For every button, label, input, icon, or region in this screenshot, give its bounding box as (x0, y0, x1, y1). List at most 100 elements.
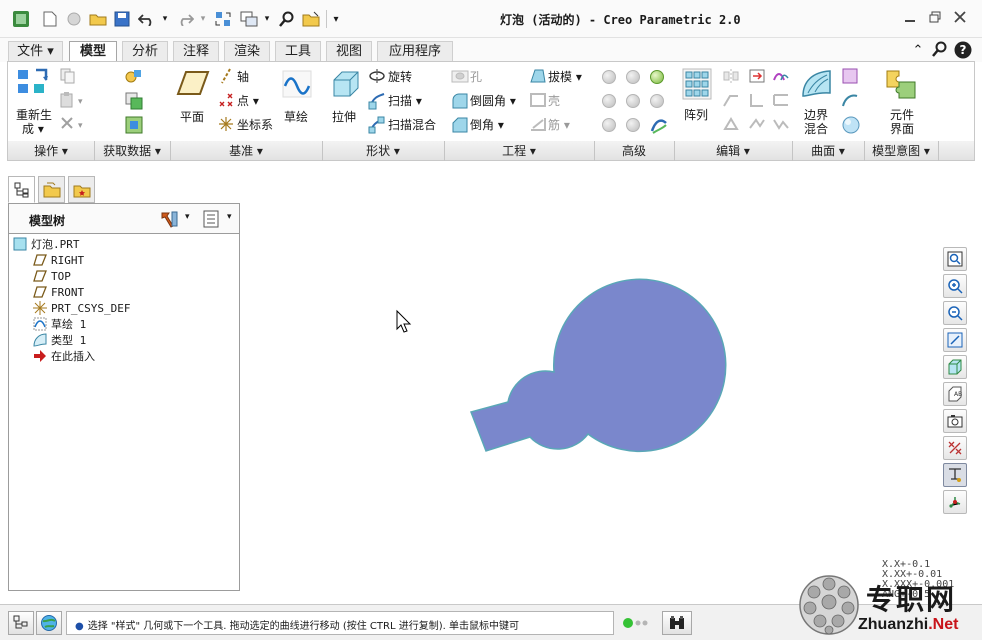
tree-item-sketch[interactable]: 草绘 1 (33, 316, 86, 332)
zoom-out-icon[interactable] (943, 301, 967, 325)
annotation-display-icon[interactable] (943, 463, 967, 487)
bulb-shape[interactable] (470, 278, 727, 453)
refit-icon[interactable] (943, 247, 967, 271)
chamfer-label[interactable]: 倒角 ▾ (470, 118, 504, 132)
revolve-icon[interactable] (368, 68, 386, 87)
tab-render[interactable]: 渲染 (224, 41, 270, 62)
hole-label[interactable]: 孔 (470, 70, 482, 84)
advanced-feature-1-icon[interactable] (602, 70, 616, 84)
regenerate-large-icon[interactable] (16, 66, 52, 103)
tree-item-right[interactable]: RIGHT (33, 252, 84, 268)
offset-icon[interactable] (722, 116, 740, 135)
csys-label[interactable]: 坐标系 (237, 118, 273, 132)
tab-file[interactable]: 文件 ▾ (8, 41, 63, 62)
group-surfaces[interactable]: 曲面 ▾ (792, 143, 864, 159)
saved-orientations-icon[interactable]: AB (943, 382, 967, 406)
warp-icon[interactable] (650, 117, 668, 138)
windows-dropdown-icon[interactable]: ▾ (262, 8, 272, 30)
intersect-icon[interactable] (748, 116, 766, 135)
boundary-blend-label-2[interactable]: 混合 (804, 122, 828, 136)
tab-model-tree[interactable] (8, 176, 35, 203)
component-interface-large-icon[interactable] (884, 68, 918, 103)
advanced-feature-7-icon[interactable] (602, 118, 616, 132)
tab-tools[interactable]: 工具 (275, 41, 321, 62)
redo-icon[interactable] (174, 8, 196, 30)
pattern-label[interactable]: 阵列 (684, 108, 708, 122)
tree-settings-dropdown-icon[interactable]: ▾ (185, 212, 190, 222)
user-defined-feature-icon[interactable] (125, 68, 143, 87)
sweep-label[interactable]: 扫描 ▾ (388, 94, 422, 108)
tab-annotate[interactable]: 注释 (173, 41, 219, 62)
plane-label[interactable]: 平面 (180, 110, 204, 124)
tab-applications[interactable]: 应用程序 (377, 41, 453, 62)
style-surface-icon[interactable] (842, 92, 858, 111)
redo-dropdown-icon[interactable]: ▾ (198, 8, 208, 30)
tab-favorites[interactable] (68, 176, 95, 203)
delete-icon[interactable]: ▾ (60, 116, 86, 135)
component-interface-label-1[interactable]: 元件 (890, 108, 914, 122)
project-icon[interactable] (772, 68, 790, 87)
advanced-feature-8-icon[interactable] (626, 118, 640, 132)
close-window-icon[interactable] (300, 8, 322, 30)
minimize-ribbon-icon[interactable]: ⌃ (908, 41, 928, 61)
group-shapes[interactable]: 形状 ▾ (322, 143, 444, 159)
zoom-in-icon[interactable] (943, 274, 967, 298)
tab-view[interactable]: 视图 (326, 41, 372, 62)
tab-analysis[interactable]: 分析 (122, 41, 168, 62)
swept-blend-label[interactable]: 扫描混合 (388, 118, 436, 132)
new-file-icon[interactable] (40, 8, 60, 30)
help-icon[interactable]: ? (953, 41, 973, 61)
spin-center-icon[interactable] (943, 490, 967, 514)
open-folder-icon[interactable] (88, 8, 108, 30)
boundary-blend-label-1[interactable]: 边界 (804, 108, 828, 122)
coordinate-system-icon[interactable] (218, 116, 234, 135)
extrude-large-icon[interactable] (330, 68, 360, 103)
show-columns-icon[interactable] (203, 210, 219, 231)
group-editing[interactable]: 编辑 ▾ (674, 143, 792, 159)
rib-label[interactable]: 筋 ▾ (548, 118, 570, 132)
windows-icon[interactable] (238, 8, 260, 30)
toggle-browser-icon[interactable] (36, 611, 62, 635)
graphics-canvas[interactable] (240, 162, 940, 602)
advanced-feature-6-icon[interactable] (650, 94, 664, 108)
datum-point-icon[interactable] (218, 92, 234, 111)
tree-item-csys[interactable]: PRT_CSYS_DEF (33, 300, 130, 316)
solidify-icon[interactable] (772, 116, 790, 135)
regenerate-icon[interactable] (212, 8, 234, 30)
draft-icon[interactable] (529, 68, 547, 87)
close-icon[interactable] (950, 9, 970, 29)
repaint-icon[interactable] (943, 328, 967, 352)
boundary-blend-large-icon[interactable] (800, 68, 834, 103)
component-interface-label-2[interactable]: 界面 (890, 122, 914, 136)
revolve-label[interactable]: 旋转 (388, 70, 412, 84)
command-search-icon[interactable] (930, 41, 950, 61)
group-model-intent[interactable]: 模型意图 ▾ (864, 143, 938, 159)
tree-item-insert-here[interactable]: 在此插入 (33, 348, 95, 364)
toggle-navigator-icon[interactable] (8, 611, 34, 635)
freestyle-sphere-icon[interactable] (842, 116, 860, 137)
customize-toolbar-icon[interactable]: ▾ (330, 8, 342, 30)
open-recent-icon[interactable] (64, 8, 84, 30)
shell-label[interactable]: 壳 (548, 94, 560, 108)
show-dropdown-icon[interactable]: ▾ (227, 212, 232, 222)
swept-blend-icon[interactable] (368, 116, 386, 137)
copy-icon[interactable] (60, 68, 76, 87)
round-icon[interactable] (451, 92, 469, 113)
thicken-icon[interactable] (772, 92, 790, 111)
tree-item-part[interactable]: 灯泡.PRT (13, 236, 80, 252)
group-get-data[interactable]: 获取数据 ▾ (94, 143, 170, 159)
advanced-feature-5-icon[interactable] (626, 94, 640, 108)
trim-icon[interactable] (748, 92, 766, 111)
paste-icon[interactable]: ▾ (60, 92, 86, 111)
undo-icon[interactable] (136, 8, 158, 30)
minimize-icon[interactable] (900, 9, 920, 29)
advanced-feature-4-icon[interactable] (602, 94, 616, 108)
tree-item-front[interactable]: FRONT (33, 284, 84, 300)
find-icon[interactable] (662, 611, 692, 635)
advanced-feature-2-icon[interactable] (626, 70, 640, 84)
advanced-feature-3-icon[interactable] (650, 70, 664, 84)
app-logo-icon[interactable] (10, 8, 32, 30)
round-label[interactable]: 倒圆角 ▾ (470, 94, 516, 108)
group-datum[interactable]: 基准 ▾ (170, 143, 322, 159)
sweep-icon[interactable] (368, 92, 386, 113)
